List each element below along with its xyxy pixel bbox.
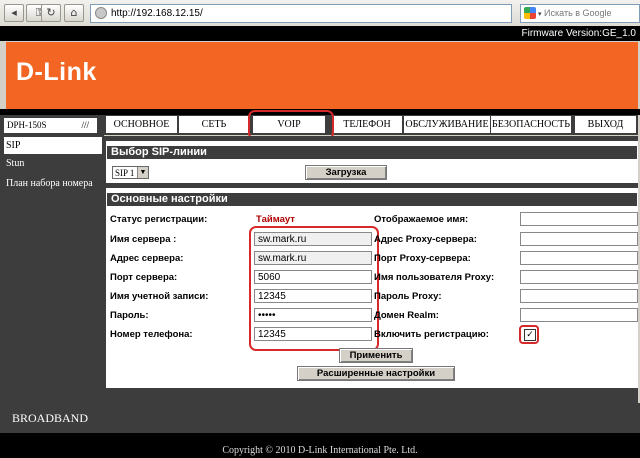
address-bar[interactable]: http://192.168.12.15/ bbox=[90, 4, 512, 23]
server-name-label: Имя сервера : bbox=[110, 234, 177, 245]
firmware-version: Firmware Version:GE_1.0 bbox=[521, 28, 637, 39]
server-port-label: Порт сервера: bbox=[110, 272, 178, 283]
load-button[interactable]: Загрузка bbox=[305, 165, 387, 180]
enable-registration-label: Включить регистрацию: bbox=[374, 329, 489, 340]
tab-logout[interactable]: ВЫХОД bbox=[575, 116, 636, 133]
search-box[interactable]: ▾ Искать в Google bbox=[520, 4, 640, 23]
header-banner: D-Link bbox=[6, 42, 638, 109]
home-icon[interactable]: ⌂ bbox=[64, 4, 84, 22]
model-name: DPH-150S bbox=[7, 120, 47, 130]
proxy-user-field[interactable] bbox=[520, 270, 638, 284]
slash-decoration: /// bbox=[81, 120, 89, 130]
proxy-address-field[interactable] bbox=[520, 232, 638, 246]
reg-status-value: Таймаут bbox=[256, 214, 295, 225]
google-icon bbox=[524, 7, 536, 19]
proxy-port-label: Порт Proxy-сервера: bbox=[374, 253, 471, 264]
reg-status-label: Статус регистрации: bbox=[110, 214, 208, 225]
tab-basic[interactable]: ОСНОВНОЕ bbox=[106, 116, 177, 133]
password-label: Пароль: bbox=[110, 310, 149, 321]
chevron-down-icon[interactable]: ▾ bbox=[538, 11, 542, 18]
tab-phone[interactable]: ТЕЛЕФОН bbox=[332, 116, 402, 133]
dlink-logo: D-Link bbox=[16, 58, 97, 86]
sip-line-select[interactable]: SIP 1 ▼ bbox=[112, 166, 149, 179]
checkbox-highlight bbox=[519, 325, 539, 344]
browser-toolbar: ◂ ⚿ ↻ ⌂ http://192.168.12.15/ ▾ Искать в… bbox=[0, 0, 640, 27]
sip-line-value: SIP 1 bbox=[115, 168, 135, 178]
sidebar-item-sip[interactable]: SIP bbox=[4, 137, 102, 154]
server-fields-highlight bbox=[249, 226, 379, 351]
tab-network[interactable]: СЕТЬ bbox=[179, 116, 249, 133]
apply-button[interactable]: Применить bbox=[339, 348, 413, 363]
copyright-bar: Copyright © 2010 D-Link International Pt… bbox=[0, 433, 640, 458]
sidebar-item-dial-plan[interactable]: План набора номера bbox=[4, 175, 102, 192]
proxy-port-field[interactable] bbox=[520, 251, 638, 265]
account-name-label: Имя учетной записи: bbox=[110, 291, 209, 302]
proxy-address-label: Адрес Proxy-сервера: bbox=[374, 234, 477, 245]
display-name-field[interactable] bbox=[520, 212, 638, 226]
realm-field[interactable] bbox=[520, 308, 638, 322]
chevron-down-icon: ▼ bbox=[137, 167, 148, 178]
sidebar-item-stun[interactable]: Stun bbox=[4, 155, 102, 172]
proxy-user-label: Имя пользователя Proxy: bbox=[374, 272, 495, 283]
copyright-text: Copyright © 2010 D-Link International Pt… bbox=[222, 445, 418, 456]
settings-title: Основные настройки bbox=[107, 193, 637, 206]
proxy-password-label: Пароль Proxy: bbox=[374, 291, 442, 302]
sip-select-title: Выбор SIP-линии bbox=[107, 146, 637, 159]
model-label: DPH-150S /// bbox=[4, 118, 97, 133]
page-icon bbox=[95, 7, 107, 20]
tab-security[interactable]: БЕЗОПАСНОСТЬ bbox=[491, 116, 571, 133]
back-icon[interactable]: ◂ bbox=[4, 4, 24, 22]
proxy-password-field[interactable] bbox=[520, 289, 638, 303]
refresh-icon[interactable]: ↻ bbox=[41, 4, 61, 22]
broadband-footer: BROADBAND bbox=[0, 403, 640, 433]
address-url: http://192.168.12.15/ bbox=[111, 8, 203, 19]
phone-number-label: Номер телефона: bbox=[110, 329, 193, 340]
server-address-label: Адрес сервера: bbox=[110, 253, 184, 264]
firmware-bar: Firmware Version:GE_1.0 bbox=[0, 26, 640, 41]
advanced-settings-button[interactable]: Расширенные настройки bbox=[297, 366, 455, 381]
display-name-label: Отображаемое имя: bbox=[374, 214, 469, 225]
realm-label: Домен Realm: bbox=[374, 310, 439, 321]
search-placeholder: Искать в Google bbox=[544, 8, 612, 18]
tab-maintenance[interactable]: ОБСЛУЖИВАНИЕ bbox=[404, 116, 490, 133]
